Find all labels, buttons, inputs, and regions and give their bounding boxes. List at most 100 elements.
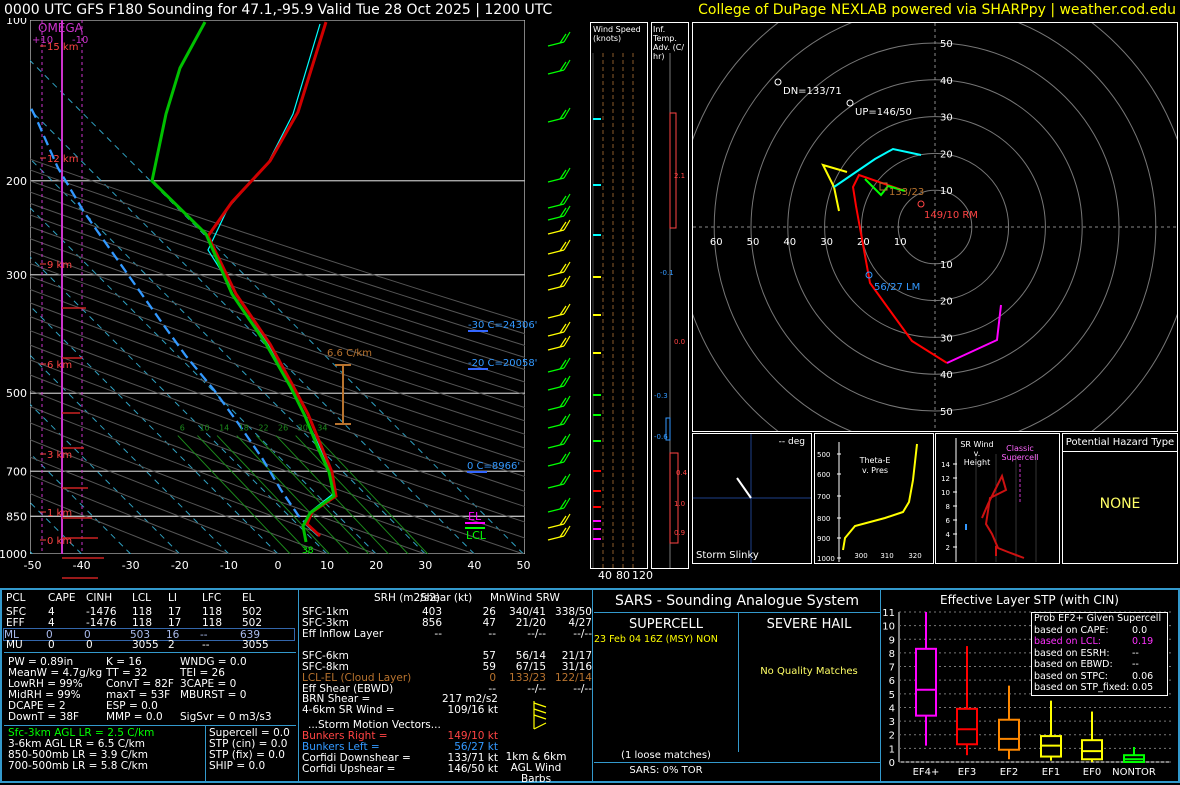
kin-cell: --/-- xyxy=(573,628,592,640)
wind-barb-flag xyxy=(563,303,571,315)
supercell-match: 23 Feb 04 16Z (MSY) NON xyxy=(594,634,718,645)
stp-category: EF3 xyxy=(958,767,976,778)
composite-params: Supercell = 0.0 STP (cin) = 0.0 STP (fix… xyxy=(209,728,299,772)
parcel-table: PCL CAPE CINH LCL LI LFC EL SFC 4 -1476 118 17 118 50… xyxy=(3,592,296,652)
hodo-up-point xyxy=(846,99,854,107)
hodo-ring-label: 50 xyxy=(940,407,953,418)
parcel-header-cell: PCL xyxy=(6,592,26,604)
credit-text: College of DuPage NEXLAB powered via SHA… xyxy=(698,2,1176,18)
ita-value: 2.1 xyxy=(674,172,685,180)
parcel-header-cell: LCL xyxy=(132,592,152,604)
kin-cell: -- xyxy=(488,628,496,640)
theta-x-label: 320 xyxy=(908,552,921,560)
wind-barb-staff xyxy=(547,229,565,235)
stp-category: EF1 xyxy=(1042,767,1060,778)
p-label-500: 500 xyxy=(6,387,27,400)
prob-title: Prob EF2+ Given Supercell xyxy=(1034,613,1162,624)
theta-y-label: 500 xyxy=(817,451,830,459)
lapse-rates: Sfc-3km AGL LR = 2.5 C/km 3-6km AGL LR =… xyxy=(8,728,208,772)
wind-barb-flag xyxy=(563,261,571,273)
hodo-rm-point xyxy=(917,200,925,208)
parcel-row: EFF 4 -1476 118 17 118 502 xyxy=(6,617,296,629)
wind-barb-staff xyxy=(547,523,565,529)
ws-tick-40: 40 xyxy=(598,569,612,582)
stp-y-label: 0 xyxy=(889,758,895,769)
wind-barb-flag xyxy=(563,219,571,231)
wind-barb-staff xyxy=(547,405,565,411)
wind-barb-staff xyxy=(547,249,565,255)
dew-surface-label: 38 xyxy=(302,546,314,556)
hodo-ring-label: 40 xyxy=(940,76,953,87)
hodograph-panel: 10102020303040405050606070605040302010DN… xyxy=(692,22,1178,432)
wind-barb-flag xyxy=(563,275,571,287)
wind-barbs xyxy=(547,31,571,541)
prob-value: 0.19 xyxy=(1132,636,1154,647)
indices-cell: SigSvr = 0 m3/s3 xyxy=(180,711,272,723)
t-label: 0 xyxy=(275,559,282,572)
stp-panel: Effective Layer STP (with CIN) 11 10 9 8 7 6 5… xyxy=(881,590,1178,781)
kin-header-cell: MnWind xyxy=(490,592,533,604)
srw46-value: 109/16 kt xyxy=(447,704,498,716)
stp-category: EF0 xyxy=(1083,767,1101,778)
stp-category: EF2 xyxy=(1000,767,1018,778)
prob-label: based on LCL: xyxy=(1034,636,1101,647)
parcel-header-cell: LFC xyxy=(202,592,222,604)
mix-label-26: 26 xyxy=(278,424,288,433)
omega-label: OMEGA xyxy=(38,21,84,35)
wind-barb-flag xyxy=(563,473,571,485)
t-label: -20 xyxy=(171,559,189,572)
ita-value: 0.0 xyxy=(674,338,685,346)
wind-barb-flag xyxy=(563,205,571,217)
ita-value: -0.1 xyxy=(660,269,674,277)
wind-barb-staff xyxy=(547,203,565,209)
ita-value: -0.6 xyxy=(654,433,668,441)
theta-x-label: 300 xyxy=(854,552,867,560)
t-label: -40 xyxy=(73,559,91,572)
mix-label-22: 22 xyxy=(258,424,268,433)
storm-slinky-panel: -- deg Storm Slinky xyxy=(692,433,812,564)
stp-y-label: 6 xyxy=(889,676,895,687)
sars-panel: SARS - Sounding Analogue System SUPERCEL… xyxy=(594,590,880,781)
mix-label-10: 10 xyxy=(199,424,209,433)
wind-barb-flag xyxy=(563,433,571,445)
wind-barb-staff xyxy=(547,367,565,373)
prob-value: 0.05 xyxy=(1132,682,1154,693)
srw-y-label: 2 xyxy=(946,544,950,552)
parcel-row: SFC 4 -1476 118 17 118 502 xyxy=(6,606,296,618)
parcel-row: MU 0 0 3055 2 -- 3055 xyxy=(6,639,296,651)
t-label: 20 xyxy=(369,559,383,572)
theta-title: Theta-E v. Pres xyxy=(859,456,891,475)
mini-barb-flag xyxy=(533,714,547,720)
parcel-row-cell: 0 xyxy=(48,639,55,651)
srw-y-label: 8 xyxy=(946,503,950,511)
theta-y-label: 600 xyxy=(817,471,830,479)
hodo-ring-label: 20 xyxy=(940,149,953,160)
srw-y-label: 14 xyxy=(941,461,950,469)
wind-barb-staff xyxy=(547,535,565,541)
prob-row: based on STP_fixed: 0.05 xyxy=(1034,682,1167,694)
srw-trace xyxy=(981,473,1025,559)
stp-y-label: 10 xyxy=(882,622,895,633)
indices-cell: MBURST = 0 xyxy=(180,689,247,701)
stp-box xyxy=(956,707,978,746)
parcel-header-cell: EL xyxy=(242,592,255,604)
mix-label-30: 30 xyxy=(298,424,308,433)
wind-barb-staff xyxy=(547,423,565,429)
wind-barb-staff xyxy=(547,215,565,221)
wind-barb-staff xyxy=(547,117,565,123)
stp-y-label: 9 xyxy=(889,635,895,646)
height-label: 9 km xyxy=(47,260,72,271)
prob-row: based on ESRH: -- xyxy=(1034,648,1167,660)
wind-barb-staff xyxy=(547,345,565,351)
hodo-ring-label: 50 xyxy=(940,39,953,50)
hodo-ring-label: 10 xyxy=(940,186,953,197)
height-label: 6 km xyxy=(47,360,72,371)
lapse-700500: 700-500mb LR = 5.8 C/km xyxy=(8,760,148,772)
srw-y-label: 12 xyxy=(941,475,950,483)
stp-category: EF4+ xyxy=(913,767,940,778)
indices-cell: DownT = 38F xyxy=(8,711,80,723)
wind-barb-staff xyxy=(547,285,565,291)
height-label: 12 km xyxy=(47,154,78,165)
stp-y-label: 1 xyxy=(889,744,895,755)
p-label-300: 300 xyxy=(6,269,27,282)
